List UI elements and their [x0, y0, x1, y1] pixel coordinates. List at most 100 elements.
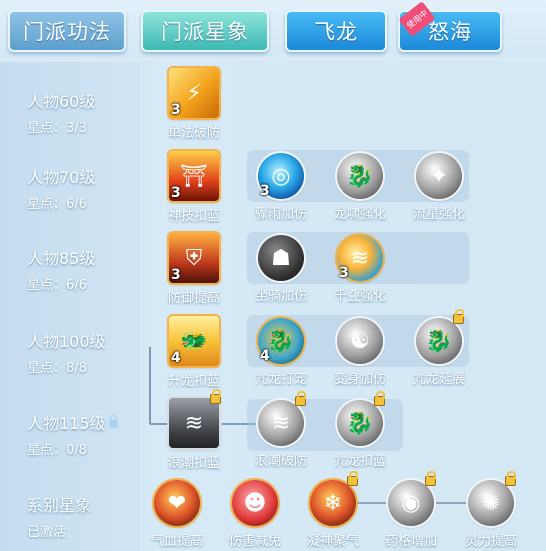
tab-sect-skills[interactable]: 门派功法	[8, 10, 126, 52]
series-status: 已激活	[27, 525, 67, 540]
guardian-icon: ☻	[232, 480, 278, 526]
tab-sect-stars[interactable]: 门派星象	[141, 10, 269, 52]
skill-node[interactable]: 🐉 4 亢龙打宠	[241, 318, 321, 387]
fire-pagoda-icon: ⛩ 3	[169, 151, 219, 201]
skill-node[interactable]: ☯ 变身加伤	[320, 318, 400, 387]
skill-node[interactable]: 🐲 4 升龙扣蓝	[154, 316, 234, 389]
meditation-icon: ☯	[337, 318, 383, 364]
dragon-icon: 🐉 4	[258, 318, 304, 364]
level-85: 人物85级 星点：6/6	[27, 245, 95, 293]
dragon-coil-icon: 🐉	[416, 309, 464, 364]
skill-label: 灵力提高	[464, 534, 517, 549]
skill-label: 流星强化	[412, 207, 465, 222]
level-title: 人物100级	[27, 332, 106, 351]
level-title: 人物115级	[27, 410, 118, 434]
skill-node[interactable]: ◎ 3 骤雨加伤	[241, 153, 321, 222]
skill-level: 4	[260, 348, 270, 364]
skill-node[interactable]: ⚡ 3 单法破防	[154, 68, 234, 141]
lock-icon	[108, 415, 118, 428]
tab-nuhai-label: 怒海	[428, 20, 472, 44]
lock-icon	[295, 391, 306, 406]
skill-node[interactable]: 🐉 龙啸强化	[320, 153, 400, 222]
dragon-drain-icon: 🐉	[337, 391, 385, 446]
series-node[interactable]: ◉ 药格增加	[371, 471, 451, 549]
skill-label: 防御提高	[167, 291, 220, 306]
meteor-icon: ✦	[416, 153, 462, 199]
level-60: 人物60级 星点：3/3	[27, 88, 95, 136]
skill-label: 单法破防	[167, 126, 220, 141]
hand-glow-icon: ✺	[468, 471, 516, 526]
series-node[interactable]: ❤ 气血提高	[137, 480, 217, 549]
series-title: 系别星象	[27, 496, 92, 515]
level-stars: 星点：8/8	[27, 361, 87, 376]
pill-icon: ◉	[388, 471, 436, 526]
level-title-text: 人物115级	[27, 414, 106, 433]
lightning-strike-icon: ⚡ 3	[169, 68, 219, 118]
lock-icon	[453, 309, 464, 324]
skill-node[interactable]: ≋ 浪潮扣蓝	[154, 389, 234, 471]
skill-label: 浪潮扣蓝	[167, 456, 220, 471]
level-100: 人物100级 星点：8/8	[27, 328, 106, 376]
level-stars: 星点：3/3	[27, 121, 87, 136]
skill-label: 气血提高	[150, 534, 203, 549]
skill-label: 亢龙扣蓝	[333, 454, 386, 469]
snowflake-icon: ❄	[310, 471, 358, 526]
lock-icon	[210, 389, 221, 404]
series-node[interactable]: ☻ 伤害减免	[215, 480, 295, 549]
lock-icon	[347, 471, 358, 486]
skill-node[interactable]: ≋ 浪潮破防	[241, 391, 321, 469]
skill-node[interactable]: ☗ 坐骑加伤	[241, 235, 321, 304]
lock-icon	[425, 471, 436, 486]
series-node[interactable]: ✺ 灵力提高	[451, 471, 531, 549]
level-title: 人物60级	[27, 92, 96, 111]
skill-level: 3	[171, 102, 181, 118]
level-70: 人物70级 星点：6/6	[27, 164, 95, 212]
skill-label: 亢龙延展	[412, 372, 465, 387]
skill-label: 伤害减免	[228, 534, 281, 549]
skill-label: 龙啸强化	[333, 207, 386, 222]
shield-icon: ⛨ 3	[169, 233, 219, 283]
level-stars: 星点：0/8	[27, 443, 87, 458]
star-panel: 人物60级 星点：3/3 人物70级 星点：6/6 人物85级 星点：6/6 人…	[0, 62, 546, 551]
skill-node[interactable]: ⛩ 3 神技扣蓝	[154, 151, 234, 224]
skill-level: 3	[171, 267, 181, 283]
heart-icon: ❤	[154, 480, 200, 526]
skill-label: 变身加伤	[333, 372, 386, 387]
skill-label: 浪潮破防	[254, 454, 307, 469]
skill-label: 千叠强化	[333, 289, 386, 304]
skill-node[interactable]: ≋ 3 千叠强化	[320, 235, 400, 304]
tab-feilong[interactable]: 飞龙	[285, 10, 387, 52]
lock-icon	[505, 471, 516, 486]
series-stars: 系别星象 已激活	[27, 492, 91, 540]
skill-level: 3	[260, 183, 270, 199]
level-115: 人物115级 星点：0/8	[27, 410, 118, 458]
level-stars: 星点：6/6	[27, 197, 87, 212]
skill-label: 凝神聚气	[306, 534, 359, 549]
tab-bar: 门派功法 门派星象 飞龙 使用中 怒海	[0, 0, 546, 58]
skill-level: 3	[339, 265, 349, 281]
rising-dragon-icon: 🐲 4	[169, 316, 219, 366]
skill-label: 骤雨加伤	[254, 207, 307, 222]
skill-node[interactable]: 🐉 亢龙扣蓝	[320, 391, 400, 469]
skill-label: 神技扣蓝	[167, 209, 220, 224]
skill-label: 药格增加	[384, 534, 437, 549]
dragon-roar-icon: 🐉	[337, 153, 383, 199]
skill-label: 坐骑加伤	[254, 289, 307, 304]
skill-level: 4	[171, 350, 181, 366]
series-node[interactable]: ❄ 凝神聚气	[293, 471, 373, 549]
wave-icon: ≋ 3	[337, 235, 383, 281]
skill-label: 升龙扣蓝	[167, 374, 220, 389]
tide-break-icon: ≋	[258, 391, 306, 446]
level-title: 人物85级	[27, 249, 96, 268]
skill-node[interactable]: ⛨ 3 防御提高	[154, 233, 234, 306]
tide-icon: ≋	[169, 389, 221, 448]
water-swirl-icon: ◎ 3	[258, 153, 304, 199]
skill-label: 亢龙打宠	[254, 372, 307, 387]
level-title: 人物70级	[27, 168, 96, 187]
skill-node[interactable]: 🐉 亢龙延展	[399, 309, 479, 387]
skill-level: 3	[171, 185, 181, 201]
tab-nuhai[interactable]: 使用中 怒海	[398, 1, 502, 52]
beast-head-icon: ☗	[258, 235, 304, 281]
skill-node[interactable]: ✦ 流星强化	[399, 153, 479, 222]
level-stars: 星点：6/6	[27, 278, 87, 293]
